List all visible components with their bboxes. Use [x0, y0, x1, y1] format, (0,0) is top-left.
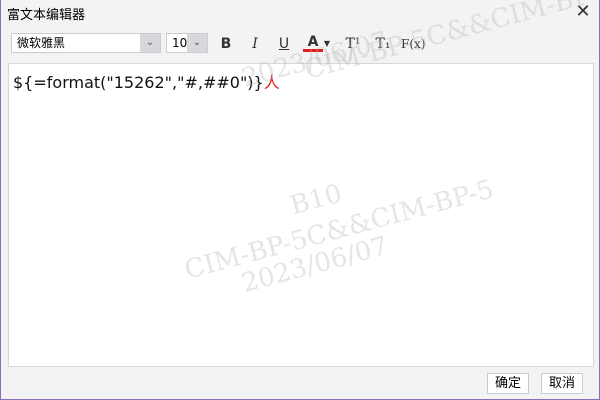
superscript-button[interactable]: T¹	[343, 34, 363, 54]
formula-button[interactable]: F(x)	[401, 34, 425, 54]
close-icon[interactable]: ✕	[573, 2, 593, 22]
font-family-select[interactable]: 微软雅黑 ⌄	[11, 33, 161, 53]
chevron-down-icon: ⌄	[140, 34, 160, 52]
editor-area[interactable]: ${=format("15262","#,##0")}人	[8, 63, 594, 367]
rich-text-editor-dialog: 富文本编辑器 ✕ 微软雅黑 ⌄ 10 ⌄ B I U A ▼ T¹ T₁ F(x) …	[0, 0, 600, 400]
editor-red-char: 人	[263, 73, 280, 92]
cancel-button[interactable]: 取消	[541, 373, 583, 394]
bold-button[interactable]: B	[216, 34, 236, 54]
toolbar: 微软雅黑 ⌄ 10 ⌄ B I U A ▼ T¹ T₁ F(x)	[1, 27, 599, 60]
font-size-value: 10	[172, 36, 188, 50]
font-color-button[interactable]: A	[303, 34, 323, 52]
ok-button[interactable]: 确定	[487, 373, 529, 394]
chevron-down-icon: ⌄	[187, 34, 207, 52]
subscript-button[interactable]: T₁	[373, 34, 393, 54]
editor-text: ${=format("15262","#,##0")}	[13, 73, 264, 92]
italic-button[interactable]: I	[245, 34, 265, 54]
dialog-title: 富文本编辑器	[7, 8, 86, 23]
underline-button[interactable]: U	[274, 34, 294, 54]
font-size-select[interactable]: 10 ⌄	[166, 33, 208, 53]
font-family-value: 微软雅黑	[17, 36, 66, 50]
caret-down-icon[interactable]: ▼	[321, 34, 333, 54]
